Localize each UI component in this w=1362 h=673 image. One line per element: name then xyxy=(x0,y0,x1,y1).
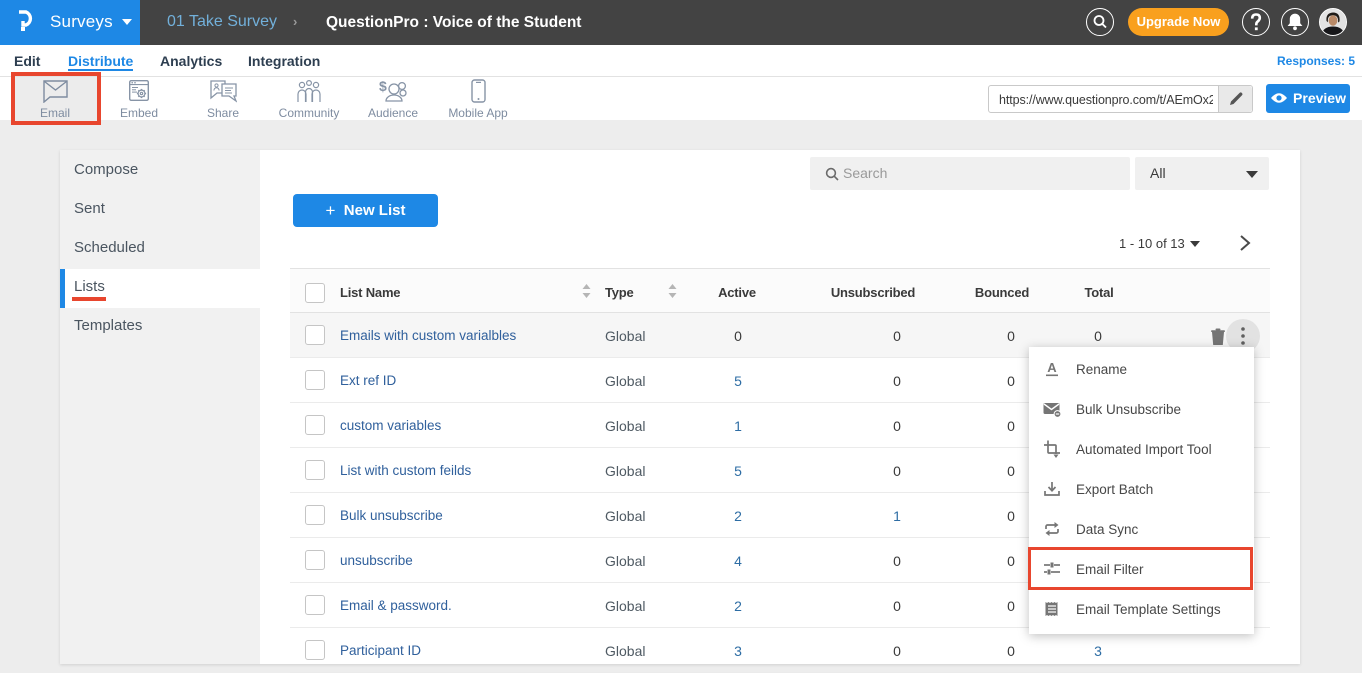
svg-text:$: $ xyxy=(379,79,387,94)
svg-text:A: A xyxy=(1047,360,1057,375)
